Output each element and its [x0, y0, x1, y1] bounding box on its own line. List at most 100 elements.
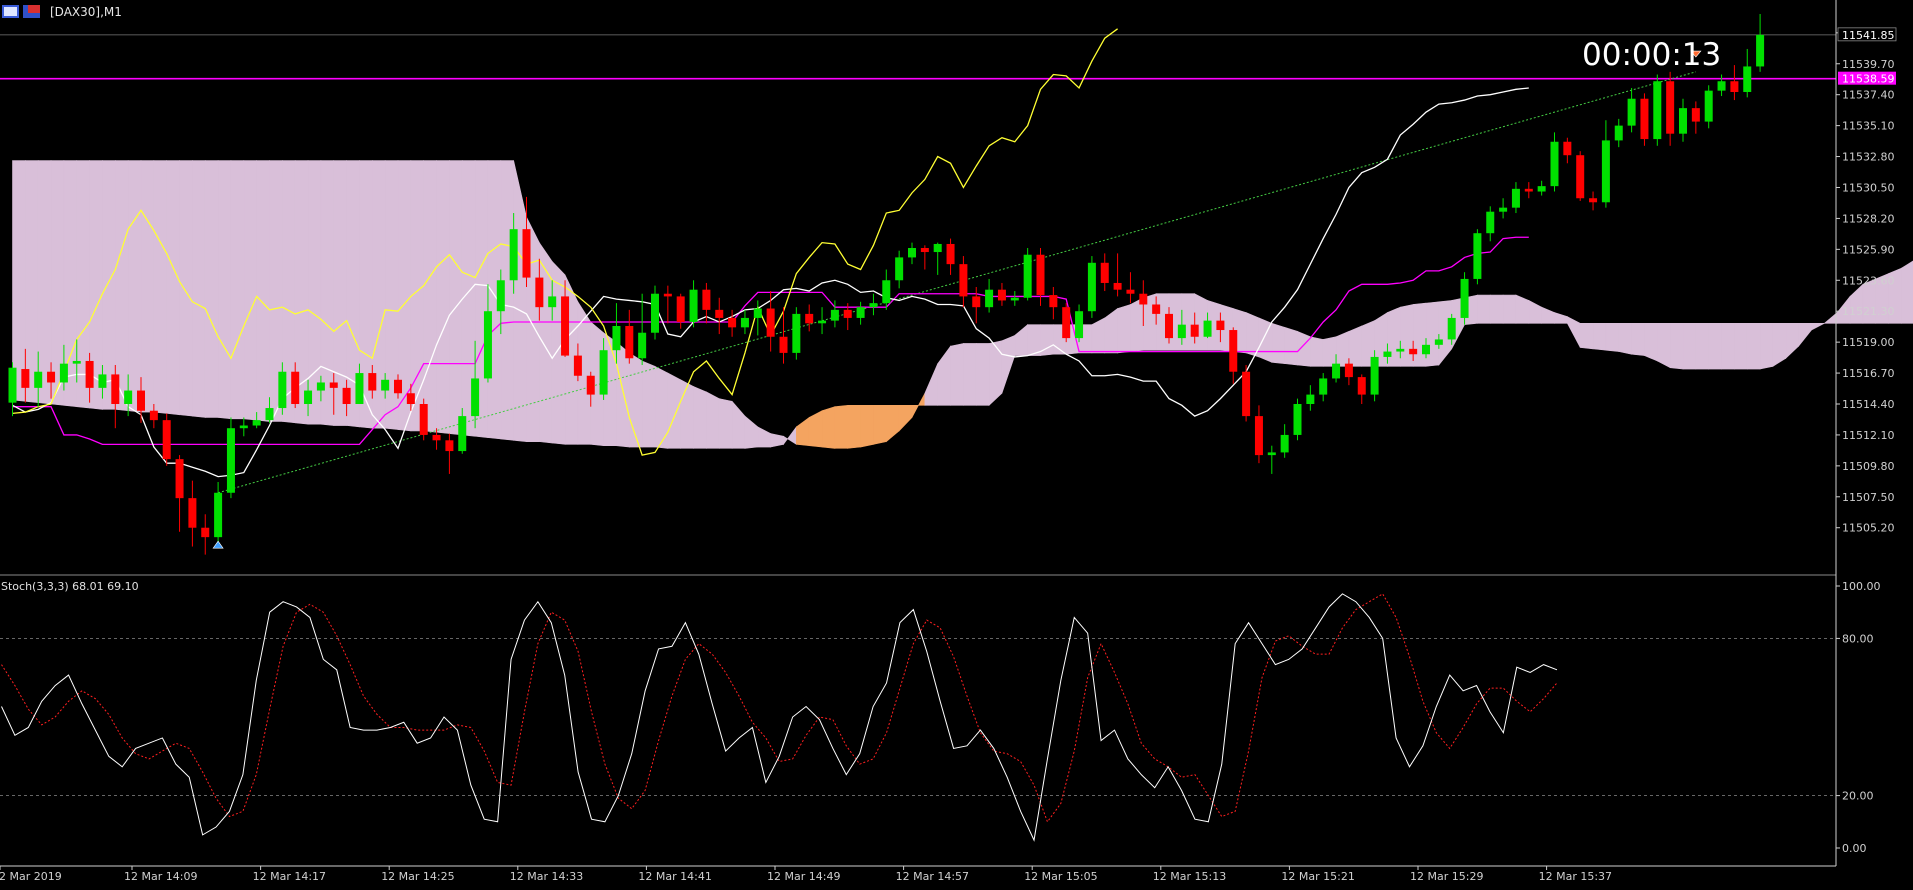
- bear-candle: [1576, 151, 1584, 201]
- candle-body: [458, 416, 466, 451]
- candle-body: [47, 372, 55, 383]
- kumo-segment: [1644, 323, 1657, 361]
- bull-candle: [1461, 272, 1469, 324]
- candle-body: [137, 391, 145, 411]
- kumo-segment: [449, 161, 462, 435]
- chart-canvas[interactable]: 11542.0011539.7011537.4011535.1011532.80…: [0, 0, 1913, 886]
- kumo-segment: [1722, 323, 1735, 369]
- candle-body: [741, 318, 749, 327]
- kumo-segment: [437, 161, 450, 434]
- candle-body: [895, 257, 903, 280]
- kumo-segment: [1028, 325, 1041, 356]
- kumo-segment: [205, 161, 218, 418]
- candle-body: [1229, 330, 1237, 372]
- candle-body: [34, 372, 42, 388]
- candle-body: [959, 264, 967, 296]
- candle-body: [330, 382, 338, 387]
- candle-body: [1371, 357, 1379, 395]
- kumo-segment: [180, 161, 193, 417]
- candle-body: [728, 318, 736, 327]
- candle-body: [9, 368, 17, 403]
- candle-body: [523, 229, 531, 277]
- bear-candle: [1640, 93, 1648, 145]
- time-tick-label: 12 Mar 14:57: [896, 870, 969, 883]
- kumo-segment: [1709, 323, 1722, 369]
- stoch-tick-label: 0.00: [1842, 842, 1867, 855]
- kumo-segment: [668, 373, 681, 448]
- candle-body: [1062, 307, 1070, 338]
- candle-body: [497, 280, 505, 311]
- candle-body: [1448, 318, 1456, 340]
- candle-body: [266, 408, 274, 420]
- stochastic-label: Stoch(3,3,3) 68.01 69.10: [1, 580, 139, 593]
- candle-body: [163, 420, 171, 459]
- hline-price-label: 11538.59: [1842, 73, 1895, 86]
- time-tick-label: 12 Mar 14:09: [124, 870, 197, 883]
- candle-body: [715, 310, 723, 318]
- candle-body: [535, 278, 543, 308]
- candle-body: [240, 426, 248, 429]
- candle-body: [1576, 155, 1584, 198]
- time-tick-label: 12 Mar 2019: [0, 870, 62, 883]
- candle-body: [651, 294, 659, 333]
- kumo-segment: [1606, 323, 1619, 351]
- chart-window-icon-inner: [4, 7, 17, 16]
- kumo-segment: [411, 161, 424, 431]
- kumo-segment: [25, 161, 38, 403]
- candle-body: [1640, 99, 1648, 139]
- candle-body: [818, 321, 826, 324]
- price-tick-label: 11537.40: [1842, 89, 1895, 102]
- bear-candle: [1242, 365, 1250, 421]
- kumo-segment: [681, 380, 694, 449]
- candle-body: [73, 361, 81, 364]
- price-tick-label: 11509.80: [1842, 460, 1895, 473]
- kumo-segment: [1400, 304, 1413, 366]
- candle-body: [150, 411, 158, 420]
- time-tick-label: 12 Mar 14:25: [381, 870, 454, 883]
- candle-body: [343, 388, 351, 404]
- kumo-segment: [141, 161, 154, 412]
- candle-body: [1563, 142, 1571, 155]
- kumo-segment: [1683, 323, 1696, 369]
- bear-candle: [1062, 303, 1070, 342]
- candle-body: [1306, 395, 1314, 404]
- candle-body: [612, 326, 620, 350]
- candle-body: [1178, 325, 1186, 338]
- candle-body: [1383, 352, 1391, 357]
- kumo-segment: [218, 161, 231, 419]
- kumo-segment: [128, 161, 141, 412]
- price-tick-label: 11525.90: [1842, 243, 1895, 256]
- time-tick-label: 12 Mar 14:41: [638, 870, 711, 883]
- kumo-segment: [1734, 323, 1747, 369]
- kumo-segment: [102, 161, 115, 410]
- bull-candle: [1473, 229, 1481, 284]
- candle-body: [1024, 255, 1032, 298]
- price-tick-label: 11535.10: [1842, 120, 1895, 133]
- candle-body: [188, 498, 196, 528]
- kumo-segment: [642, 361, 655, 447]
- kumo-segment: [706, 392, 719, 448]
- kumo-segment: [694, 387, 707, 449]
- candle-body: [304, 391, 312, 404]
- kumo-segment: [1619, 323, 1632, 354]
- candle-body: [754, 309, 762, 318]
- time-tick-label: 12 Mar 15:13: [1153, 870, 1226, 883]
- candle-body: [1294, 404, 1302, 435]
- bull-candle: [1088, 256, 1096, 318]
- kumo-segment: [13, 161, 26, 402]
- trading-chart[interactable]: 11542.0011539.7011537.4011535.1011532.80…: [0, 0, 1913, 886]
- bull-candle: [1371, 350, 1379, 401]
- candle-body: [1653, 81, 1661, 139]
- price-tick-label: 11514.40: [1842, 398, 1895, 411]
- kumo-segment: [1349, 326, 1362, 366]
- candle-body: [934, 244, 942, 252]
- kumo-segment: [861, 405, 874, 447]
- candle-body: [561, 296, 569, 355]
- kumo-segment: [1130, 298, 1143, 352]
- candle-body: [1512, 189, 1520, 208]
- candle-body: [780, 337, 788, 353]
- candle-body: [1075, 311, 1083, 338]
- candle-body: [201, 528, 209, 537]
- price-tick-label: 11516.70: [1842, 367, 1895, 380]
- candle-body: [882, 280, 890, 303]
